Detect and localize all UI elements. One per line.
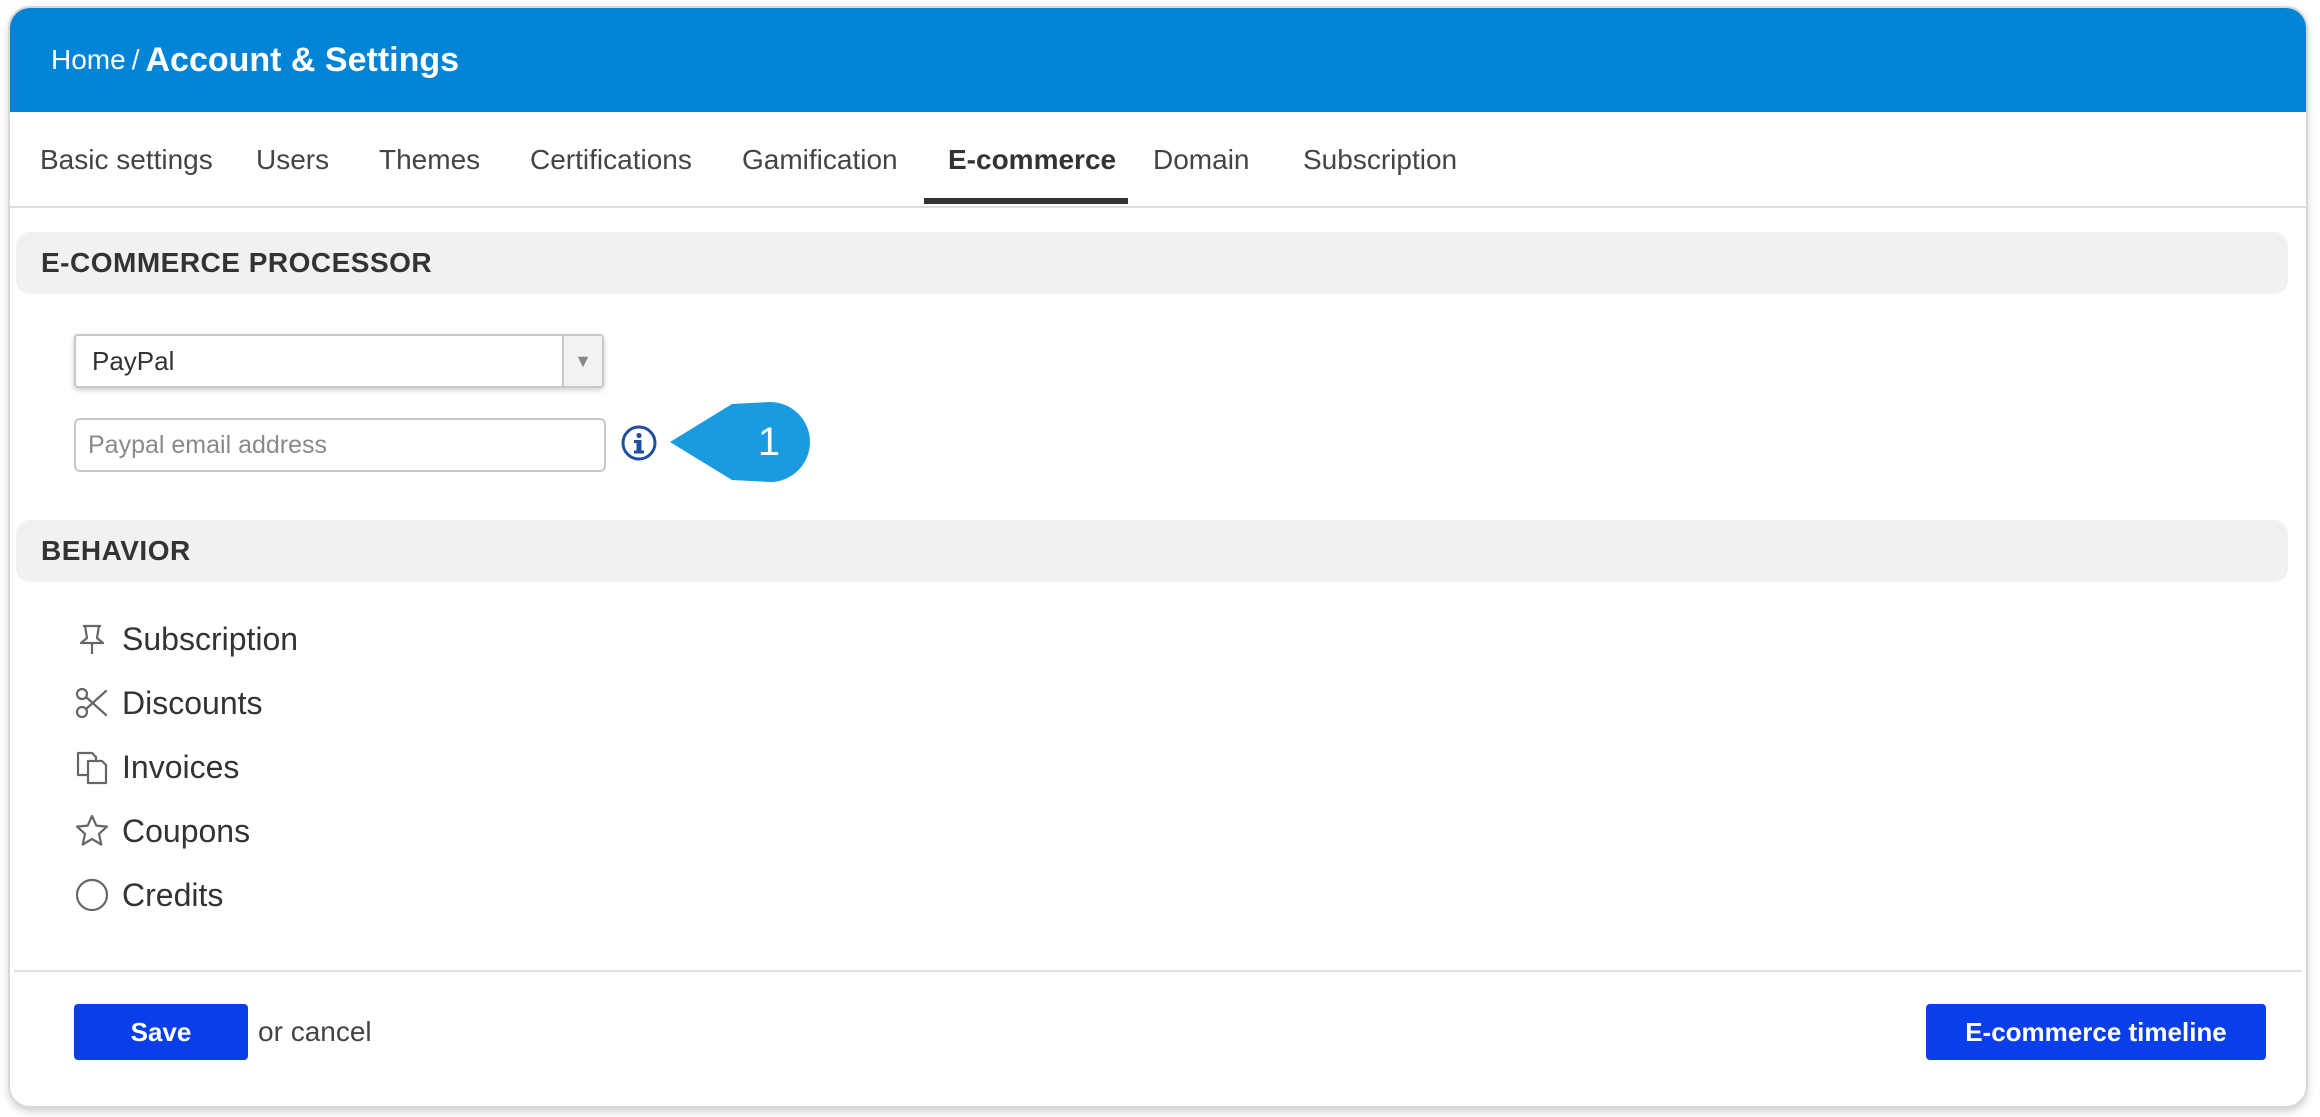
- tab-domain[interactable]: Domain: [1153, 112, 1249, 208]
- processor-select[interactable]: PayPal ▼: [74, 334, 604, 388]
- behavior-item-label: Subscription: [122, 620, 299, 657]
- scissors-icon: [75, 687, 108, 719]
- breadcrumb-separator: /: [131, 44, 140, 75]
- behavior-item-label: Credits: [122, 876, 224, 913]
- tab-subscription[interactable]: Subscription: [1303, 112, 1457, 208]
- behavior-item-discounts[interactable]: Discounts: [74, 678, 263, 728]
- behavior-heading: BEHAVIOR: [16, 520, 2288, 582]
- tab-themes[interactable]: Themes: [379, 112, 480, 208]
- behavior-item-label: Discounts: [122, 684, 263, 721]
- paypal-email-input[interactable]: [74, 418, 606, 472]
- save-button[interactable]: Save: [74, 1004, 248, 1060]
- page-title: Account & Settings: [145, 40, 460, 79]
- copy-documents-icon: [76, 751, 108, 785]
- cancel-link[interactable]: cancel: [291, 1016, 372, 1047]
- behavior-item-invoices[interactable]: Invoices: [74, 742, 239, 792]
- processor-select-value: PayPal: [92, 346, 175, 376]
- behavior-item-coupons[interactable]: Coupons: [74, 806, 250, 856]
- star-icon: [75, 814, 109, 846]
- step-callout: 1: [670, 400, 810, 484]
- header-bar: Home / Account & Settings: [10, 8, 2306, 112]
- active-tab-indicator: [924, 198, 1128, 204]
- cancel-text: or cancel: [258, 1004, 372, 1060]
- settings-tabs: Basic settings Users Themes Certificatio…: [10, 112, 2306, 208]
- info-circle-icon[interactable]: [620, 424, 658, 462]
- breadcrumb-home-link[interactable]: Home: [51, 44, 126, 76]
- tab-basic-settings[interactable]: Basic settings: [40, 112, 213, 208]
- tab-users[interactable]: Users: [256, 112, 329, 208]
- ecommerce-timeline-button[interactable]: E-commerce timeline: [1926, 1004, 2266, 1060]
- behavior-item-credits[interactable]: Credits: [74, 870, 223, 920]
- settings-window: Home / Account & Settings Basic settings…: [10, 8, 2306, 1106]
- tab-ecommerce[interactable]: E-commerce: [948, 112, 1116, 208]
- chevron-down-icon[interactable]: ▼: [562, 336, 602, 386]
- behavior-item-subscription[interactable]: Subscription: [74, 614, 298, 664]
- footer-divider: [14, 970, 2302, 972]
- ecommerce-processor-heading: E-COMMERCE PROCESSOR: [16, 232, 2288, 294]
- pin-icon: [79, 624, 105, 654]
- behavior-item-label: Invoices: [122, 748, 240, 785]
- tab-certifications[interactable]: Certifications: [530, 112, 692, 208]
- or-label: or: [258, 1016, 283, 1047]
- callout-number: 1: [758, 420, 780, 464]
- behavior-item-label: Coupons: [122, 812, 251, 849]
- circle-icon: [75, 878, 109, 912]
- tab-gamification[interactable]: Gamification: [742, 112, 898, 208]
- callout-pointer-icon: 1: [670, 402, 810, 482]
